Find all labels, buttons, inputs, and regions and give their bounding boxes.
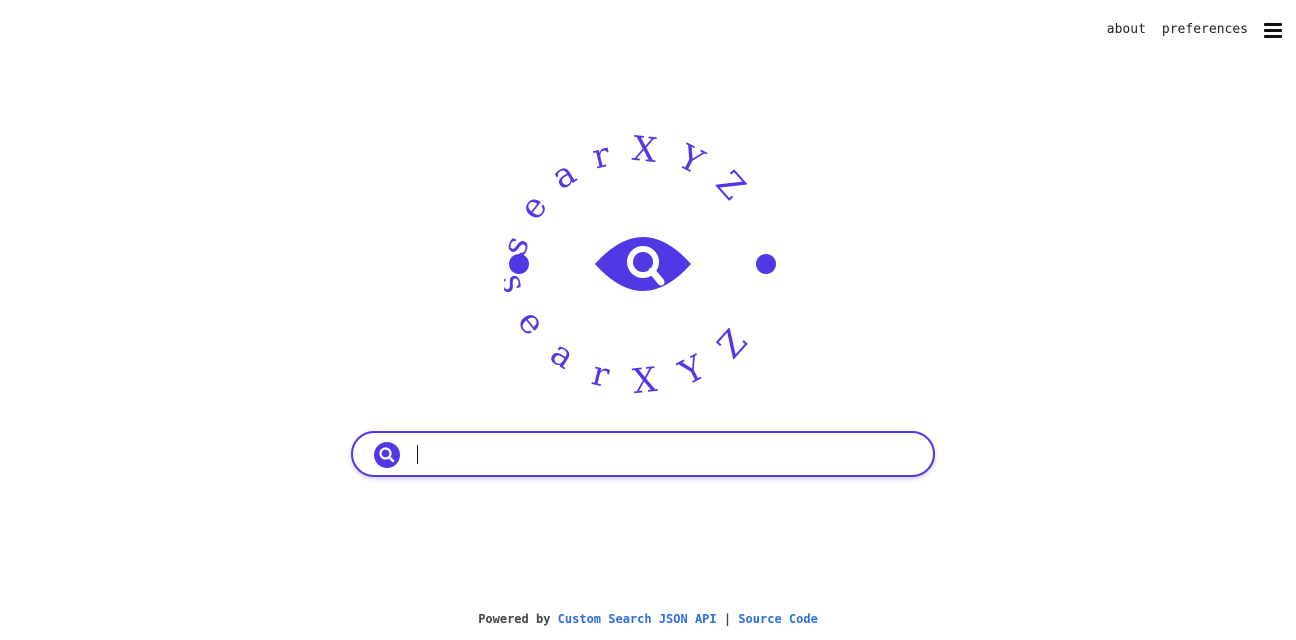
nav-about-link[interactable]: about xyxy=(1107,20,1146,40)
hamburger-menu-icon[interactable] xyxy=(1264,22,1282,38)
search-input[interactable] xyxy=(415,439,915,469)
eye-search-icon xyxy=(595,237,691,291)
search-box xyxy=(351,431,935,477)
footer-prefix: Powered by xyxy=(478,612,551,626)
footer-api-link[interactable]: Custom Search JSON API xyxy=(558,612,717,626)
search-button[interactable] xyxy=(374,442,400,468)
top-nav: about preferences xyxy=(1107,20,1282,40)
nav-preferences-link[interactable]: preferences xyxy=(1162,20,1248,40)
footer-source-link[interactable]: Source Code xyxy=(738,612,817,626)
footer-separator: | xyxy=(723,612,732,626)
logo-dot-right xyxy=(756,254,776,274)
site-logo: searXYZ searXYZ xyxy=(504,129,776,402)
text-caret xyxy=(417,445,418,464)
magnifier-icon xyxy=(379,447,395,463)
footer: Powered by Custom Search JSON API | Sour… xyxy=(0,612,1296,626)
